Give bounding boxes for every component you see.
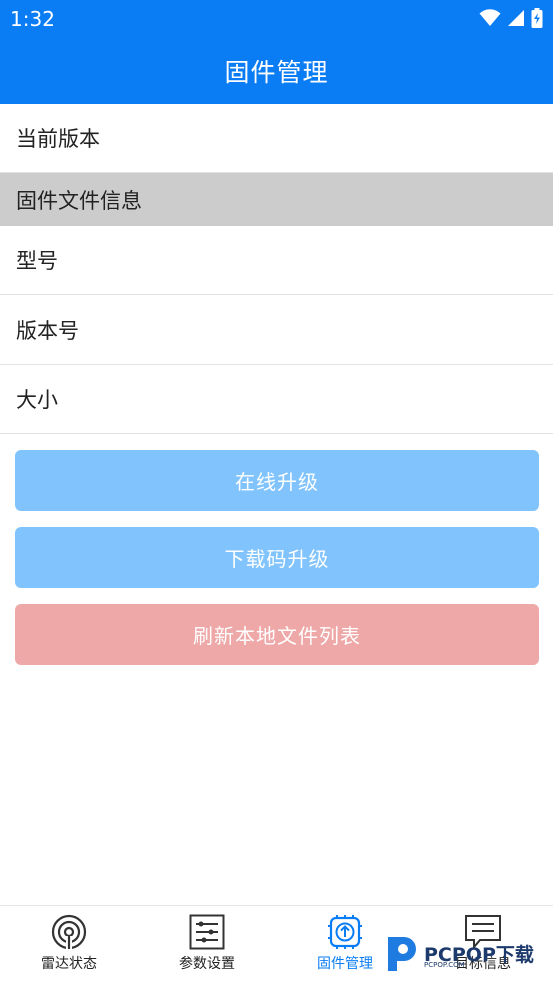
row-version-number: 版本号 xyxy=(0,296,553,365)
nav-label: 固件管理 xyxy=(317,956,373,972)
status-bar: 1:32 xyxy=(0,0,553,38)
nav-label: 参数设置 xyxy=(179,956,235,972)
pcpop-logo-icon xyxy=(388,937,416,971)
page-title: 固件管理 xyxy=(224,58,329,87)
online-upgrade-button[interactable]: 在线升级 xyxy=(15,450,539,511)
row-size: 大小 xyxy=(0,365,553,434)
radar-icon xyxy=(51,914,87,950)
nav-item-radar-status[interactable]: 雷达状态 xyxy=(0,906,138,983)
row-current-version: 当前版本 xyxy=(0,104,553,173)
row-label: 型号 xyxy=(16,249,58,273)
sliders-icon xyxy=(189,914,225,950)
button-label: 刷新本地文件列表 xyxy=(193,624,361,648)
nav-item-parameter-settings[interactable]: 参数设置 xyxy=(138,906,276,983)
button-label: 在线升级 xyxy=(235,470,319,494)
row-label: 当前版本 xyxy=(16,127,100,151)
section-firmware-info: 固件文件信息 xyxy=(0,173,553,226)
row-label: 版本号 xyxy=(16,319,79,343)
battery-charging-icon xyxy=(531,8,543,28)
row-label: 大小 xyxy=(16,388,58,412)
app-bar: 固件管理 xyxy=(0,38,553,104)
firmware-upload-icon xyxy=(328,915,362,949)
button-label: 下载码升级 xyxy=(224,547,330,571)
nav-label: 雷达状态 xyxy=(41,956,97,972)
wifi-icon xyxy=(479,9,501,26)
section-label: 固件文件信息 xyxy=(16,188,142,213)
status-icons xyxy=(479,8,543,28)
download-code-upgrade-button[interactable]: 下载码升级 xyxy=(15,527,539,588)
refresh-local-files-button[interactable]: 刷新本地文件列表 xyxy=(15,604,539,665)
signal-icon xyxy=(508,10,524,26)
row-model: 型号 xyxy=(0,226,553,295)
watermark-logo: PCPOP下载 PCPOP.COM xyxy=(384,930,553,976)
status-time: 1:32 xyxy=(10,7,55,31)
watermark-small-text: PCPOP.COM xyxy=(424,961,465,969)
